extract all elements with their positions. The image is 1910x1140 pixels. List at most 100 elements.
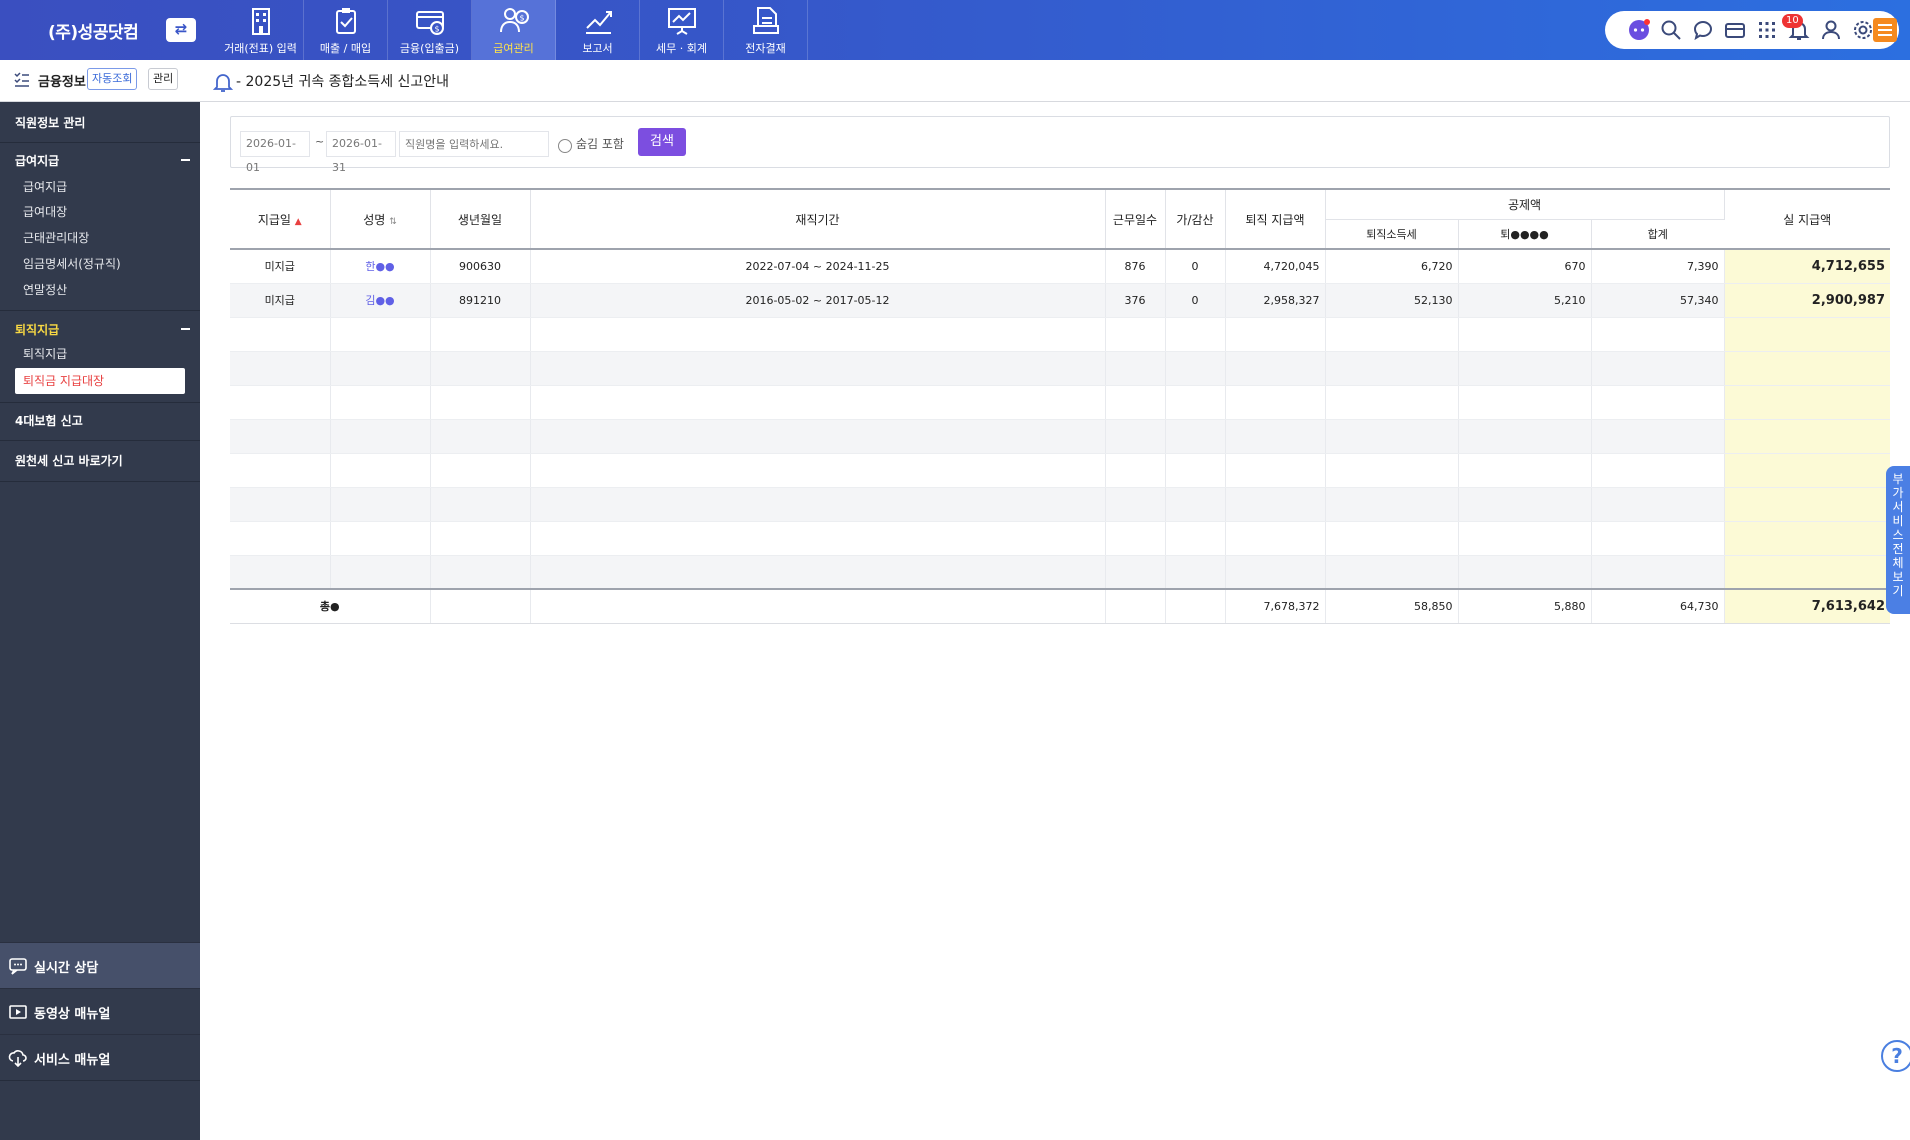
- cell-sum: 57,340: [1591, 283, 1725, 318]
- collapse-icon[interactable]: [181, 159, 190, 161]
- col-adjust: 가/감산: [1165, 188, 1226, 250]
- apps-grid-icon[interactable]: [1755, 18, 1779, 42]
- total-retire-pay: 7,678,372: [1225, 588, 1326, 624]
- document-icon: [752, 7, 779, 34]
- search-panel: 2026-01-01 ~ 2026-01-31 숨김 포함 검색: [230, 116, 1890, 174]
- auto-lookup-button[interactable]: 자동조회: [87, 68, 138, 90]
- sidebar-item-attendance[interactable]: 근태관리대장: [23, 229, 89, 246]
- svg-text:$: $: [434, 25, 439, 34]
- live-chat-label: 실시간 상담: [34, 961, 99, 976]
- collapse-icon[interactable]: [181, 328, 190, 330]
- date-range-separator: ~: [315, 135, 325, 148]
- sidebar: 직원정보 관리 급여지급 급여지급 급여대장 근태관리대장 임금명세서(정규직)…: [0, 102, 200, 1140]
- empty-row: [230, 385, 1890, 420]
- retirement-pay-table: 지급일 ▲ 성명 ⇅ 생년월일 재직기간 근무일수 가/감산 퇴직 지급액 공제…: [230, 188, 1890, 624]
- date-to-input[interactable]: 2026-01-31: [326, 131, 396, 174]
- sort-icon: ⇅: [389, 216, 397, 227]
- payroll-icon: $: [499, 8, 529, 33]
- cell-period: 2016-05-02 ~ 2017-05-12: [530, 283, 1106, 318]
- help-icon[interactable]: ?: [1881, 1040, 1910, 1072]
- total-row: 총● 7,678,372 58,850 5,880 64,730 7,613,6…: [230, 588, 1890, 624]
- video-icon: [9, 1005, 27, 1019]
- live-chat-button[interactable]: 실시간 상담: [0, 942, 200, 988]
- finance-info-label: 금융정보: [38, 75, 86, 90]
- company-name[interactable]: (주)성공닷컴: [48, 18, 139, 43]
- menu-label: 급여관리: [493, 42, 534, 55]
- gear-icon[interactable]: [1851, 18, 1875, 42]
- table-row[interactable]: 미지급 김●● 891210 2016-05-02 ~ 2017-05-12 3…: [230, 283, 1890, 318]
- cell-pay-date: 미지급: [230, 283, 331, 318]
- company-switch-button[interactable]: ⇄: [166, 18, 196, 42]
- col-net-pay: 실 지급액: [1724, 188, 1890, 250]
- user-icon[interactable]: [1819, 18, 1843, 42]
- cell-retire-pay: 4,720,045: [1225, 249, 1326, 284]
- chart-icon: [585, 11, 612, 34]
- notice-text[interactable]: - 2025년 귀속 종합소득세 신고안내: [236, 71, 449, 91]
- service-manual-button[interactable]: 서비스 매뉴얼: [0, 1034, 200, 1080]
- sidebar-item-salary-pay[interactable]: 급여지급: [23, 178, 67, 195]
- sidebar-item-employee-info[interactable]: 직원정보 관리: [15, 114, 85, 131]
- menu-item-finance[interactable]: $ 금융(입출금): [388, 0, 472, 60]
- total-tax: 58,850: [1325, 588, 1459, 624]
- include-hidden-radio[interactable]: [558, 139, 572, 153]
- extra-service-tab[interactable]: 부가서비스 전체보기: [1886, 466, 1910, 614]
- empty-row: [230, 521, 1890, 556]
- extra-service-label: 부가서비스 전체보기: [1892, 472, 1904, 598]
- empty-row: [230, 453, 1890, 488]
- include-hidden-label: 숨김 포함: [576, 137, 624, 151]
- sidebar-group-salary[interactable]: 급여지급: [15, 152, 59, 169]
- cell-birth: 900630: [430, 249, 531, 284]
- cell-name[interactable]: 한●●: [330, 249, 431, 284]
- chat-icon: [9, 958, 27, 975]
- empty-row: [230, 351, 1890, 386]
- chat-icon[interactable]: [1691, 18, 1715, 42]
- menu-item-tax[interactable]: 세무 · 회계: [640, 0, 724, 60]
- menu-item-approval[interactable]: 전자결재: [724, 0, 808, 60]
- notification-badge: 10: [1782, 14, 1803, 28]
- total-sum: 64,730: [1591, 588, 1725, 624]
- search-icon[interactable]: [1659, 18, 1683, 42]
- search-button[interactable]: 검색: [638, 128, 686, 156]
- menu-item-sales[interactable]: 매출 / 매입: [304, 0, 388, 60]
- col-sum: 합계: [1591, 219, 1724, 250]
- bell-icon: [213, 74, 233, 92]
- menu-label: 전자결재: [745, 42, 786, 55]
- total-local: 5,880: [1458, 588, 1592, 624]
- clipboard-icon: [335, 8, 356, 34]
- service-manual-label: 서비스 매뉴얼: [34, 1053, 111, 1068]
- menu-item-report[interactable]: 보고서: [556, 0, 640, 60]
- video-manual-button[interactable]: 동영상 매뉴얼: [0, 988, 200, 1034]
- col-pay-date[interactable]: 지급일 ▲: [230, 188, 331, 250]
- menu-item-transaction[interactable]: 거래(전표) 입력: [218, 0, 304, 60]
- sidebar-item-year-end[interactable]: 연말정산: [23, 281, 67, 298]
- col-name[interactable]: 성명 ⇅: [330, 188, 431, 250]
- sidebar-item-pay-statement[interactable]: 임금명세서(정규직): [23, 255, 121, 272]
- empty-row: [230, 317, 1890, 352]
- menu-item-payroll[interactable]: $ 급여관리: [472, 0, 556, 60]
- sidebar-item-retire-pay[interactable]: 퇴직지급: [23, 345, 67, 362]
- col-local-tax: 퇴●●●●: [1458, 219, 1592, 250]
- cell-birth: 891210: [430, 283, 531, 318]
- svg-text:$: $: [519, 14, 524, 23]
- sidebar-item-withholding[interactable]: 원천세 신고 바로가기: [15, 452, 123, 469]
- employee-name-input[interactable]: [399, 131, 549, 157]
- sidebar-item-insurance[interactable]: 4대보험 신고: [15, 412, 83, 429]
- card-icon[interactable]: [1723, 18, 1747, 42]
- cell-name[interactable]: 김●●: [330, 283, 431, 318]
- hamburger-menu-icon[interactable]: [1873, 18, 1897, 42]
- menu-label: 보고서: [582, 42, 613, 55]
- main-menu: 거래(전표) 입력 매출 / 매입 $ 금융(입출금) $ 급여관리 보고서 세…: [218, 0, 808, 60]
- menu-label: 금융(입출금): [399, 42, 460, 55]
- presentation-icon: [667, 8, 696, 35]
- date-from-input[interactable]: 2026-01-01: [240, 131, 310, 174]
- cell-net-pay: 4,712,655: [1724, 249, 1890, 284]
- checklist-icon: [14, 72, 29, 87]
- sidebar-item-retire-ledger[interactable]: 퇴직금 지급대장: [15, 368, 185, 394]
- sidebar-item-salary-ledger[interactable]: 급여대장: [23, 203, 67, 220]
- col-deduction: 공제액: [1325, 188, 1725, 220]
- col-retire-pay: 퇴직 지급액: [1225, 188, 1326, 250]
- manage-button[interactable]: 관리: [148, 68, 179, 90]
- table-row[interactable]: 미지급 한●● 900630 2022-07-04 ~ 2024-11-25 8…: [230, 249, 1890, 284]
- sidebar-group-retire[interactable]: 퇴직지급: [15, 321, 59, 338]
- chatbot-icon[interactable]: [1627, 18, 1651, 42]
